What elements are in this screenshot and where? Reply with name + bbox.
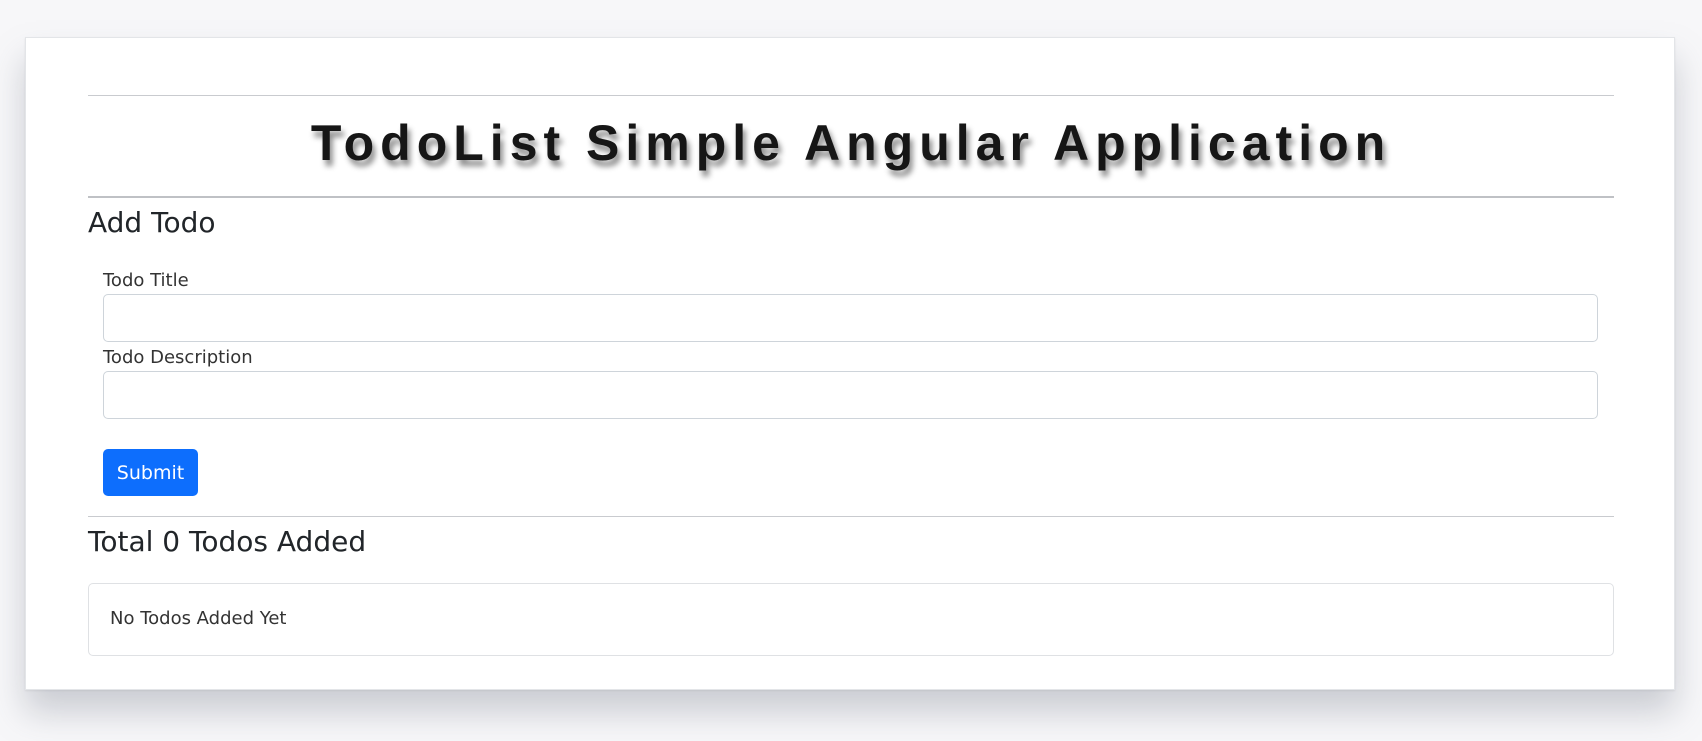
todo-title-input[interactable]: [103, 294, 1598, 342]
todo-description-input[interactable]: [103, 371, 1598, 419]
app-card: TodoList Simple Angular Application Add …: [25, 37, 1675, 690]
app-container: TodoList Simple Angular Application Add …: [88, 38, 1614, 689]
form-divider: [88, 516, 1614, 517]
todo-list-container: No Todos Added Yet: [88, 583, 1614, 656]
title-divider: [88, 196, 1614, 198]
page-title: TodoList Simple Angular Application: [310, 115, 1392, 171]
add-todo-heading: Add Todo: [88, 206, 216, 239]
todo-title-label: Todo Title: [103, 270, 189, 291]
todo-count-heading: Total 0 Todos Added: [88, 525, 367, 558]
todo-description-label: Todo Description: [103, 347, 253, 368]
submit-button[interactable]: Submit: [103, 449, 198, 496]
top-divider: [88, 95, 1614, 96]
empty-list-message: No Todos Added Yet: [110, 608, 287, 629]
